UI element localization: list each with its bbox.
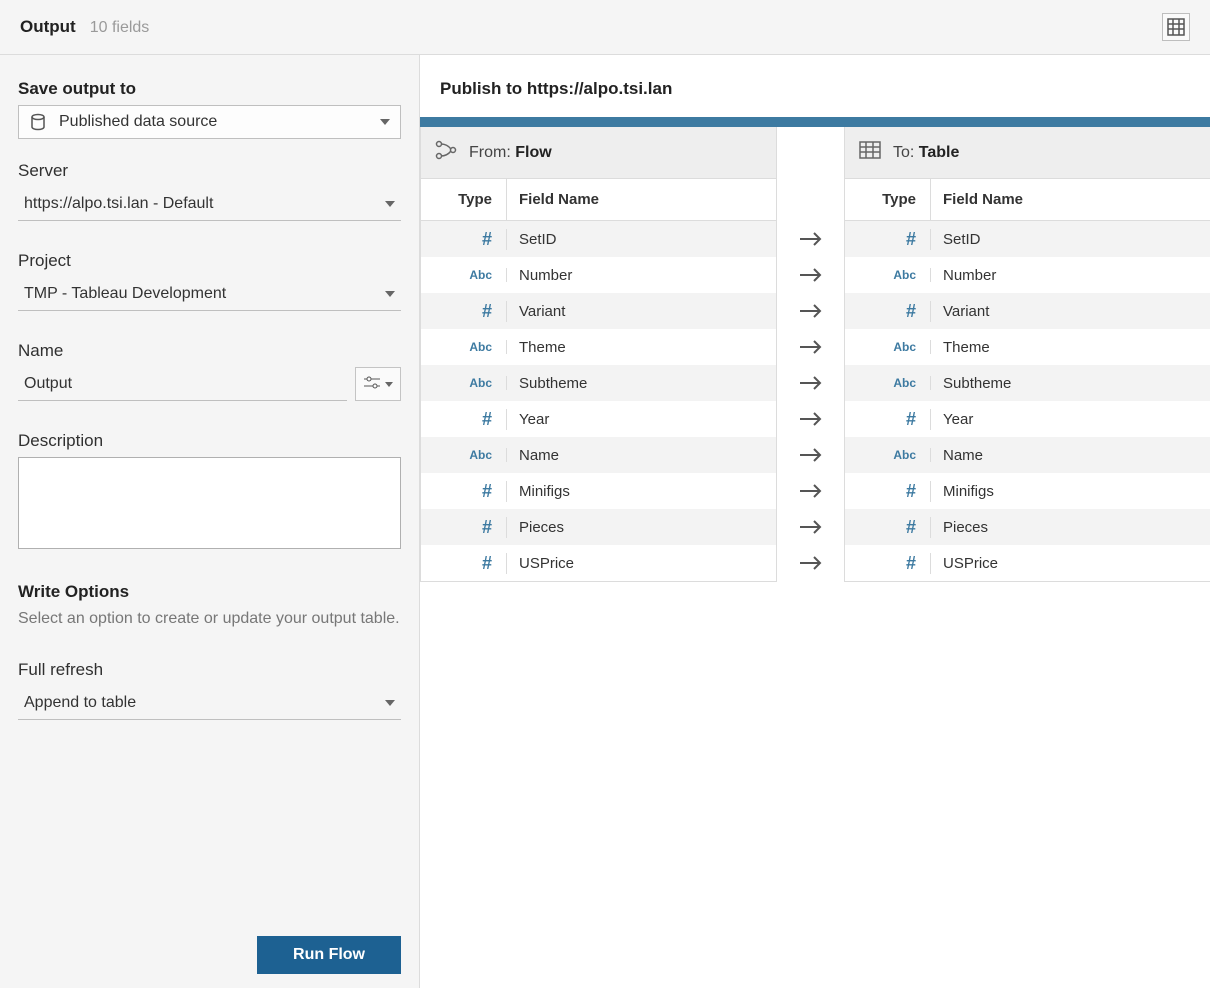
table-row[interactable]: AbcName: [421, 437, 776, 473]
publish-pane: Publish to https://alpo.tsi.lan From: Fl…: [420, 55, 1210, 988]
output-header: Output 10 fields: [0, 0, 1210, 55]
arrow-right-icon: [777, 293, 844, 329]
from-column: From: Flow Type Field Name #SetIDAbcNumb…: [420, 127, 777, 582]
write-options-hint: Select an option to create or update you…: [18, 608, 401, 630]
server-dropdown[interactable]: https://alpo.tsi.lan - Default: [18, 187, 401, 221]
to-value: Table: [919, 144, 960, 161]
arrow-right-icon: [777, 473, 844, 509]
run-flow-button[interactable]: Run Flow: [257, 936, 401, 974]
arrow-right-icon: [777, 509, 844, 545]
table-row[interactable]: #USPrice: [421, 545, 776, 581]
chevron-down-icon: [385, 291, 395, 297]
fieldname-header-to: Field Name: [931, 179, 1210, 220]
write-options-label: Write Options: [18, 582, 401, 602]
name-label: Name: [18, 341, 401, 361]
chevron-down-icon: [385, 700, 395, 706]
table-row[interactable]: #SetID: [845, 221, 1210, 257]
arrow-right-icon: [777, 329, 844, 365]
refresh-dropdown[interactable]: Append to table: [18, 686, 401, 720]
refresh-label: Full refresh: [18, 660, 401, 680]
table-row[interactable]: AbcTheme: [421, 329, 776, 365]
server-value: https://alpo.tsi.lan - Default: [24, 195, 213, 213]
from-prefix: From:: [469, 144, 511, 161]
arrow-right-icon: [777, 257, 844, 293]
table-row[interactable]: AbcSubtheme: [421, 365, 776, 401]
page-title: Output: [20, 17, 76, 37]
chevron-down-icon: [380, 119, 390, 125]
arrow-right-icon: [777, 401, 844, 437]
arrow-right-icon: [777, 365, 844, 401]
table-row[interactable]: #Variant: [845, 293, 1210, 329]
type-header-to: Type: [845, 179, 931, 220]
project-dropdown[interactable]: TMP - Tableau Development: [18, 277, 401, 311]
publish-title: Publish to https://alpo.tsi.lan: [420, 79, 1210, 99]
settings-pane: Save output to Published data source Ser…: [0, 55, 420, 988]
arrow-right-icon: [777, 545, 844, 581]
table-row[interactable]: #Minifigs: [845, 473, 1210, 509]
fields-count: 10 fields: [90, 19, 150, 37]
fieldname-header-from: Field Name: [507, 179, 776, 220]
table-row[interactable]: AbcName: [845, 437, 1210, 473]
arrow-right-icon: [777, 437, 844, 473]
description-textarea[interactable]: [18, 457, 401, 549]
server-label: Server: [18, 161, 401, 181]
name-settings-button[interactable]: [355, 367, 401, 401]
table-view-icon[interactable]: [1162, 13, 1190, 41]
arrow-right-icon: [777, 221, 844, 257]
table-row[interactable]: AbcTheme: [845, 329, 1210, 365]
table-row[interactable]: AbcSubtheme: [845, 365, 1210, 401]
table-row[interactable]: #Year: [845, 401, 1210, 437]
table-row[interactable]: AbcNumber: [421, 257, 776, 293]
table-row[interactable]: #Variant: [421, 293, 776, 329]
to-prefix: To:: [893, 144, 914, 161]
table-row[interactable]: #Pieces: [845, 509, 1210, 545]
project-value: TMP - Tableau Development: [24, 285, 226, 303]
save-output-dropdown[interactable]: Published data source: [18, 105, 401, 139]
table-icon: [859, 141, 881, 164]
description-label: Description: [18, 431, 401, 451]
table-row[interactable]: #USPrice: [845, 545, 1210, 581]
publish-accent-bar: [420, 117, 1210, 127]
flow-icon: [435, 140, 457, 165]
table-row[interactable]: AbcNumber: [845, 257, 1210, 293]
table-row[interactable]: #Year: [421, 401, 776, 437]
save-output-value: Published data source: [59, 113, 380, 131]
to-column: To: Table Type Field Name #SetIDAbcNumbe…: [844, 127, 1210, 582]
sliders-icon: [363, 376, 381, 393]
from-value: Flow: [515, 144, 551, 161]
refresh-value: Append to table: [24, 694, 136, 712]
save-output-label: Save output to: [18, 79, 401, 99]
chevron-down-icon: [385, 201, 395, 207]
name-value: Output: [24, 375, 72, 393]
database-icon: [29, 113, 47, 131]
project-label: Project: [18, 251, 401, 271]
table-row[interactable]: #Pieces: [421, 509, 776, 545]
table-row[interactable]: #SetID: [421, 221, 776, 257]
mapping-arrows: [777, 127, 844, 582]
name-input[interactable]: Output: [18, 367, 347, 401]
chevron-down-icon: [385, 382, 393, 387]
type-header-from: Type: [421, 179, 507, 220]
table-row[interactable]: #Minifigs: [421, 473, 776, 509]
